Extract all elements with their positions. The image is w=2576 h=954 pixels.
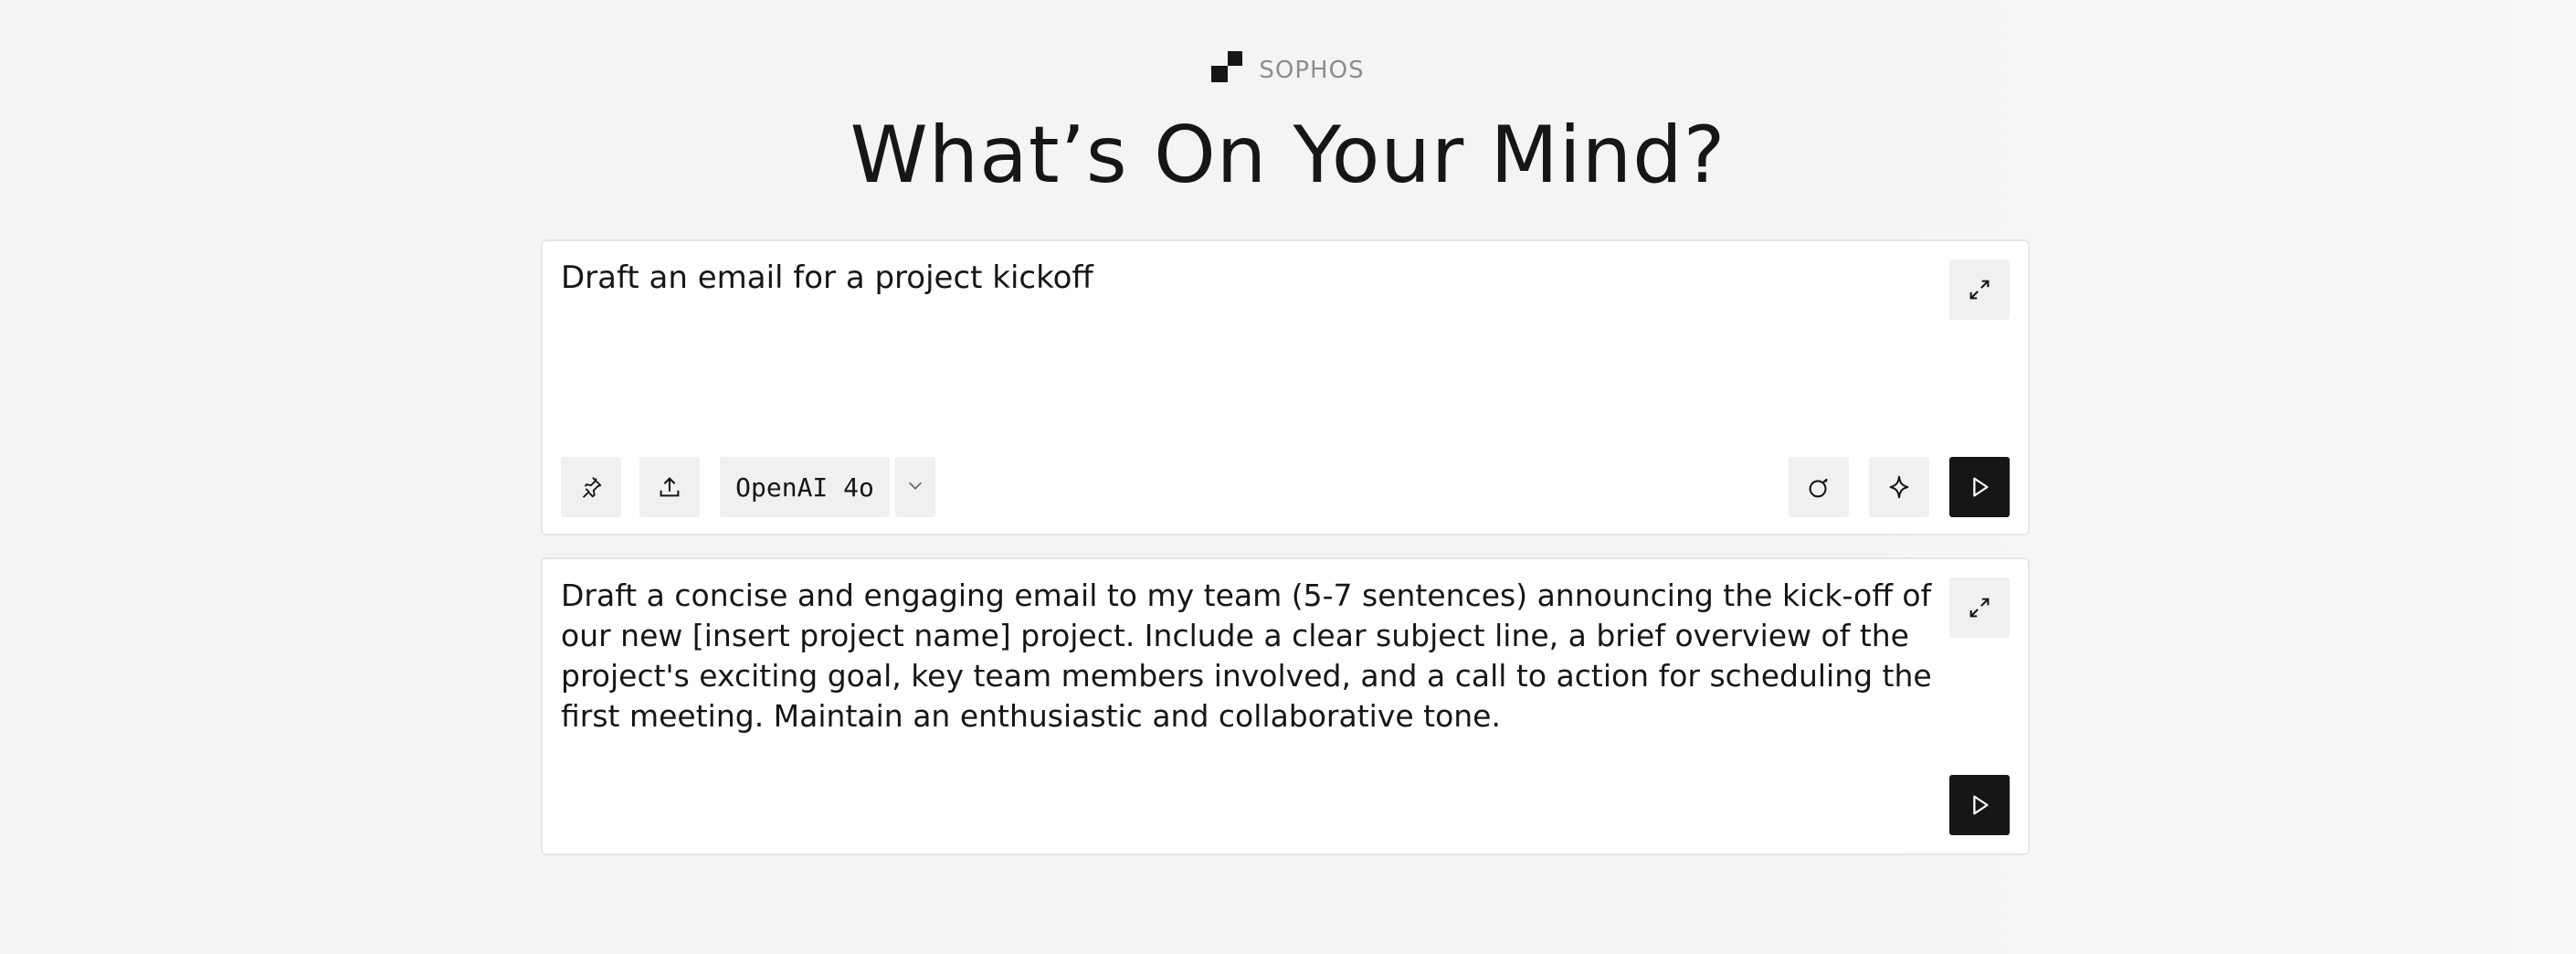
bomb-button[interactable] (1789, 457, 1849, 517)
expand-icon (1966, 276, 1993, 303)
run-button[interactable] (1949, 457, 2010, 517)
pin-button[interactable] (561, 457, 621, 517)
expand-icon (1966, 594, 1993, 621)
generated-prompt-text[interactable]: Draft a concise and engaging email to my… (561, 576, 1940, 737)
sparkle-button[interactable] (1869, 457, 1929, 517)
model-label: OpenAI 4o (735, 472, 874, 503)
model-select[interactable]: OpenAI 4o (720, 457, 890, 517)
model-dropdown-button[interactable] (895, 457, 935, 517)
upload-button[interactable] (639, 457, 700, 517)
pin-icon (577, 473, 605, 501)
bomb-icon (1805, 473, 1832, 501)
expand-prompt-button[interactable] (1949, 260, 2010, 320)
sparkle-icon (1885, 473, 1913, 501)
chevron-down-icon (905, 475, 925, 499)
page-title: What’s On Your Mind? (850, 110, 1726, 201)
prompt-card: Draft an email for a project kickoff Ope… (541, 239, 2030, 535)
result-card: Draft a concise and engaging email to my… (541, 557, 2030, 855)
run-result-button[interactable] (1949, 775, 2010, 835)
prompt-input[interactable]: Draft an email for a project kickoff (561, 258, 1918, 298)
upload-icon (656, 473, 683, 501)
brand-name: SOPHOS (1259, 57, 1365, 84)
expand-result-button[interactable] (1949, 578, 2010, 638)
brand-header: SOPHOS (0, 51, 2576, 84)
play-icon (1966, 473, 1993, 501)
sophos-logo-icon (1211, 51, 1244, 84)
play-icon (1966, 791, 1993, 819)
